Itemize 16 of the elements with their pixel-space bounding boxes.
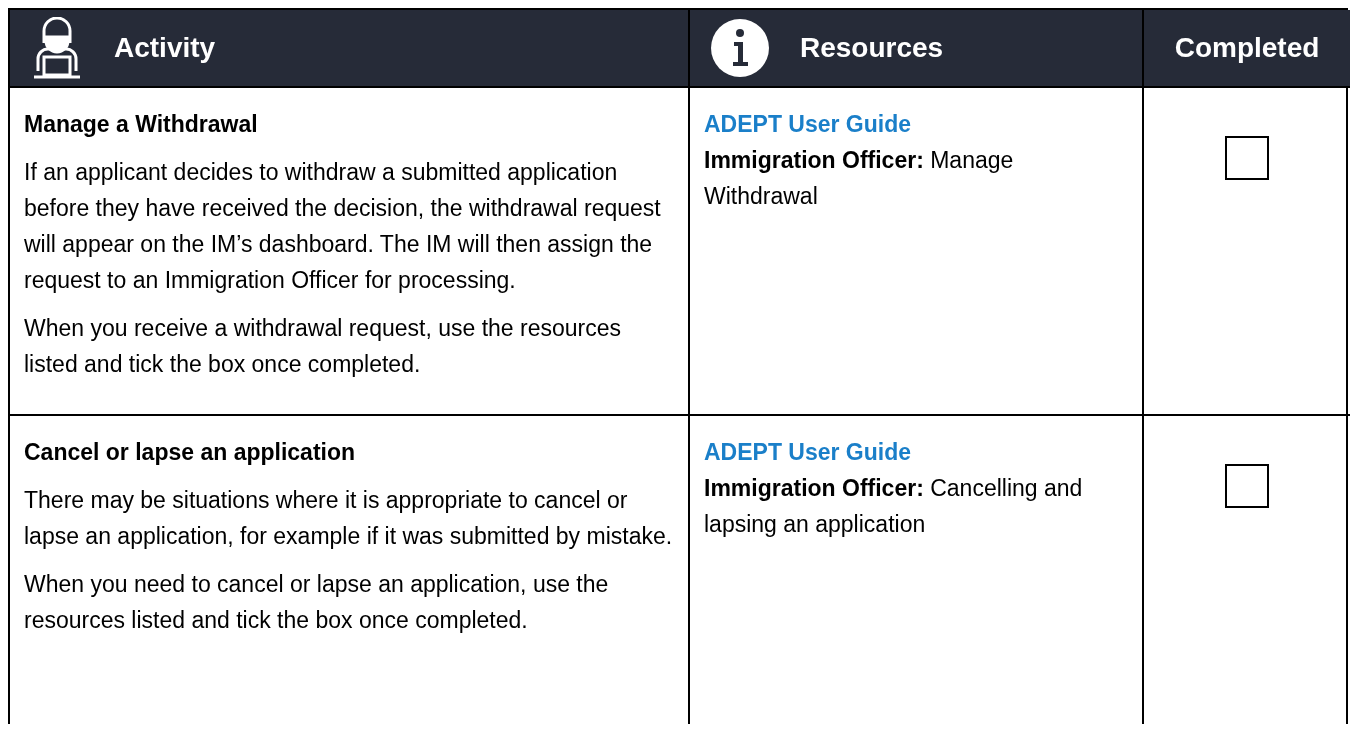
user-guide-link[interactable]: ADEPT User Guide <box>704 106 1128 142</box>
column-header: Activity <box>114 32 216 64</box>
activity-title: Cancel or lapse an application <box>24 438 357 467</box>
activity-title: Manage a Withdrawal <box>24 110 259 139</box>
info-icon <box>710 18 770 78</box>
resource-reference: Immigration Officer: Manage Withdrawal <box>704 146 1015 211</box>
activity-description: When you need to cancel or lapse an application, use the resources listed and tick the box once completed. <box>24 570 610 635</box>
completed-checkbox[interactable] <box>1225 136 1269 180</box>
column-header: Resources <box>800 32 944 64</box>
user-guide-link[interactable]: ADEPT User Guide <box>704 434 1128 470</box>
completed-checkbox[interactable] <box>1225 464 1269 508</box>
activity-description: If an applicant decides to withdraw a submitted application before they have received the decision, the withdrawal request will appear on the IM’s dashboard. The IM will then assign the request to an Immigration Officer for processing. <box>24 158 662 295</box>
column-header: Completed <box>1174 32 1320 64</box>
resource-reference: Immigration Officer: Cancelling and lapsing an application <box>704 474 1084 539</box>
activity-description: There may be situations where it is appropriate to cancel or lapse an application, for example if it was submitted by mistake. <box>24 486 674 551</box>
activity-description: When you receive a withdrawal request, use the resources listed and tick the box once completed. <box>24 314 623 379</box>
